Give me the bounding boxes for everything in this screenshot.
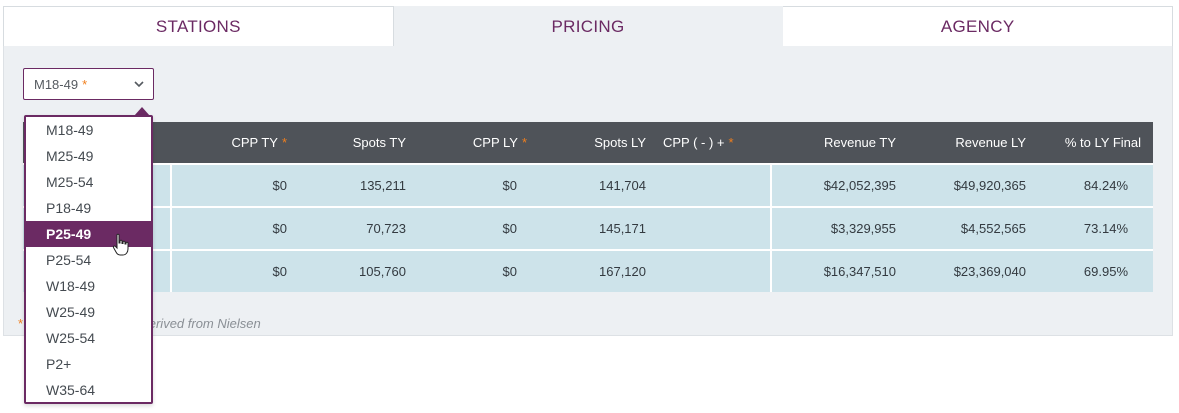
cell-pct-ly-final: 69.95% xyxy=(1083,264,1128,279)
cell-pct-ly-final: 84.24% xyxy=(1083,178,1128,193)
cell-cpp-ty: $0 xyxy=(272,264,287,279)
cell-cpp-diff[interactable] xyxy=(663,251,749,292)
required-mark: * xyxy=(521,135,527,150)
header-revenue-ly: Revenue LY xyxy=(913,122,1026,163)
cell-revenue-ly: $49,920,365 xyxy=(953,178,1026,193)
cell-cpp-diff[interactable] xyxy=(663,208,749,249)
dropdown-option[interactable]: P25-54 xyxy=(26,247,151,273)
table-row[interactable]: $0 105,760 $0 167,120 $16,347,510 $23,36… xyxy=(23,249,1153,292)
header-cpp-diff: CPP ( - ) + * xyxy=(663,122,749,163)
column-divider xyxy=(170,251,172,292)
cell-cpp-ly: $0 xyxy=(502,221,517,236)
cell-revenue-ly: $4,552,565 xyxy=(960,221,1026,236)
header-cpp-diff-label: CPP ( - ) + xyxy=(663,135,725,150)
cell-cpp-ly: $0 xyxy=(502,178,517,193)
table-row[interactable]: $0 135,211 $0 141,704 $42,052,395 $49,92… xyxy=(23,163,1153,206)
dropdown-option[interactable]: M25-49 xyxy=(26,143,151,169)
header-pct-ly-final-label: % to LY Final xyxy=(1064,135,1141,150)
table-header: CPP TY * Spots TY CPP LY * Spots LY CPP ( … xyxy=(23,122,1153,163)
demo-select-value: M18-49 xyxy=(34,76,79,92)
dropdown-option[interactable]: W35-64 xyxy=(26,377,151,403)
dropdown-option[interactable]: P2+ xyxy=(26,351,151,377)
header-spots-ly: Spots LY xyxy=(533,122,646,163)
column-divider xyxy=(170,165,172,206)
tab-bar: STATIONS PRICING AGENCY xyxy=(3,6,1174,47)
cell-revenue-ty: $3,329,955 xyxy=(830,221,896,236)
header-spots-ty-label: Spots TY xyxy=(352,135,406,150)
cell-spots-ty: 105,760 xyxy=(359,264,406,279)
header-pct-ly-final: % to LY Final xyxy=(1033,122,1141,163)
table-row[interactable]: $0 70,723 $0 145,171 $3,329,955 $4,552,5… xyxy=(23,206,1153,249)
header-revenue-ly-label: Revenue LY xyxy=(955,135,1026,150)
dropdown-option-selected[interactable]: P25-49 xyxy=(26,221,151,247)
cell-spots-ly: 145,171 xyxy=(599,221,646,236)
dropdown-option[interactable]: M25-54 xyxy=(26,169,151,195)
header-revenue-ty-label: Revenue TY xyxy=(823,135,896,150)
dropdown-option[interactable]: W18-49 xyxy=(26,273,151,299)
required-mark: * xyxy=(82,76,88,92)
tab-stations-label: STATIONS xyxy=(155,16,241,36)
dropdown-option[interactable]: W25-49 xyxy=(26,299,151,325)
column-divider xyxy=(770,165,772,206)
demo-select[interactable]: M18-49 * xyxy=(23,68,154,100)
header-cpp-ly-label: CPP LY xyxy=(472,135,518,150)
header-cpp-ly: CPP LY * xyxy=(413,122,527,163)
header-cpp-ty: CPP TY * xyxy=(173,122,287,163)
cell-spots-ty: 70,723 xyxy=(366,221,406,236)
cell-cpp-ly: $0 xyxy=(502,264,517,279)
pricing-table: CPP TY * Spots TY CPP LY * Spots LY CPP ( … xyxy=(23,122,1153,292)
header-spots-ty: Spots TY xyxy=(293,122,406,163)
cell-pct-ly-final: 73.14% xyxy=(1083,221,1128,236)
tab-agency[interactable]: AGENCY xyxy=(783,6,1174,47)
header-cpp-ty-label: CPP TY xyxy=(231,135,278,150)
tab-pricing[interactable]: PRICING xyxy=(393,6,784,47)
cell-cpp-diff[interactable] xyxy=(663,165,749,206)
tab-stations[interactable]: STATIONS xyxy=(3,6,394,47)
demo-dropdown-list: M18-49 M25-49 M25-54 P18-49 P25-49 P25-5… xyxy=(24,115,153,404)
cell-spots-ly: 141,704 xyxy=(599,178,646,193)
cell-revenue-ly: $23,369,040 xyxy=(953,264,1026,279)
tab-agency-label: AGENCY xyxy=(940,16,1015,36)
cell-spots-ty: 135,211 xyxy=(359,178,406,193)
required-mark: * xyxy=(281,135,287,150)
header-revenue-ty: Revenue TY xyxy=(783,122,896,163)
dropdown-option[interactable]: P18-49 xyxy=(26,195,151,221)
dropdown-option[interactable]: W25-54 xyxy=(26,325,151,351)
chevron-down-icon xyxy=(134,81,144,88)
cell-revenue-ty: $16,347,510 xyxy=(823,264,896,279)
cell-revenue-ty: $42,052,395 xyxy=(823,178,896,193)
column-divider xyxy=(770,208,772,249)
cell-cpp-ty: $0 xyxy=(272,221,287,236)
hand-cursor-icon xyxy=(112,233,129,256)
dropdown-option[interactable]: M18-49 xyxy=(26,117,151,143)
column-divider xyxy=(770,251,772,292)
cell-cpp-ty: $0 xyxy=(272,178,287,193)
footnote-mark: * xyxy=(18,316,24,331)
cell-spots-ly: 167,120 xyxy=(599,264,646,279)
tab-pricing-label: PRICING xyxy=(551,16,625,36)
column-divider xyxy=(170,208,172,249)
header-spots-ly-label: Spots LY xyxy=(594,135,646,150)
required-mark: * xyxy=(728,135,734,150)
